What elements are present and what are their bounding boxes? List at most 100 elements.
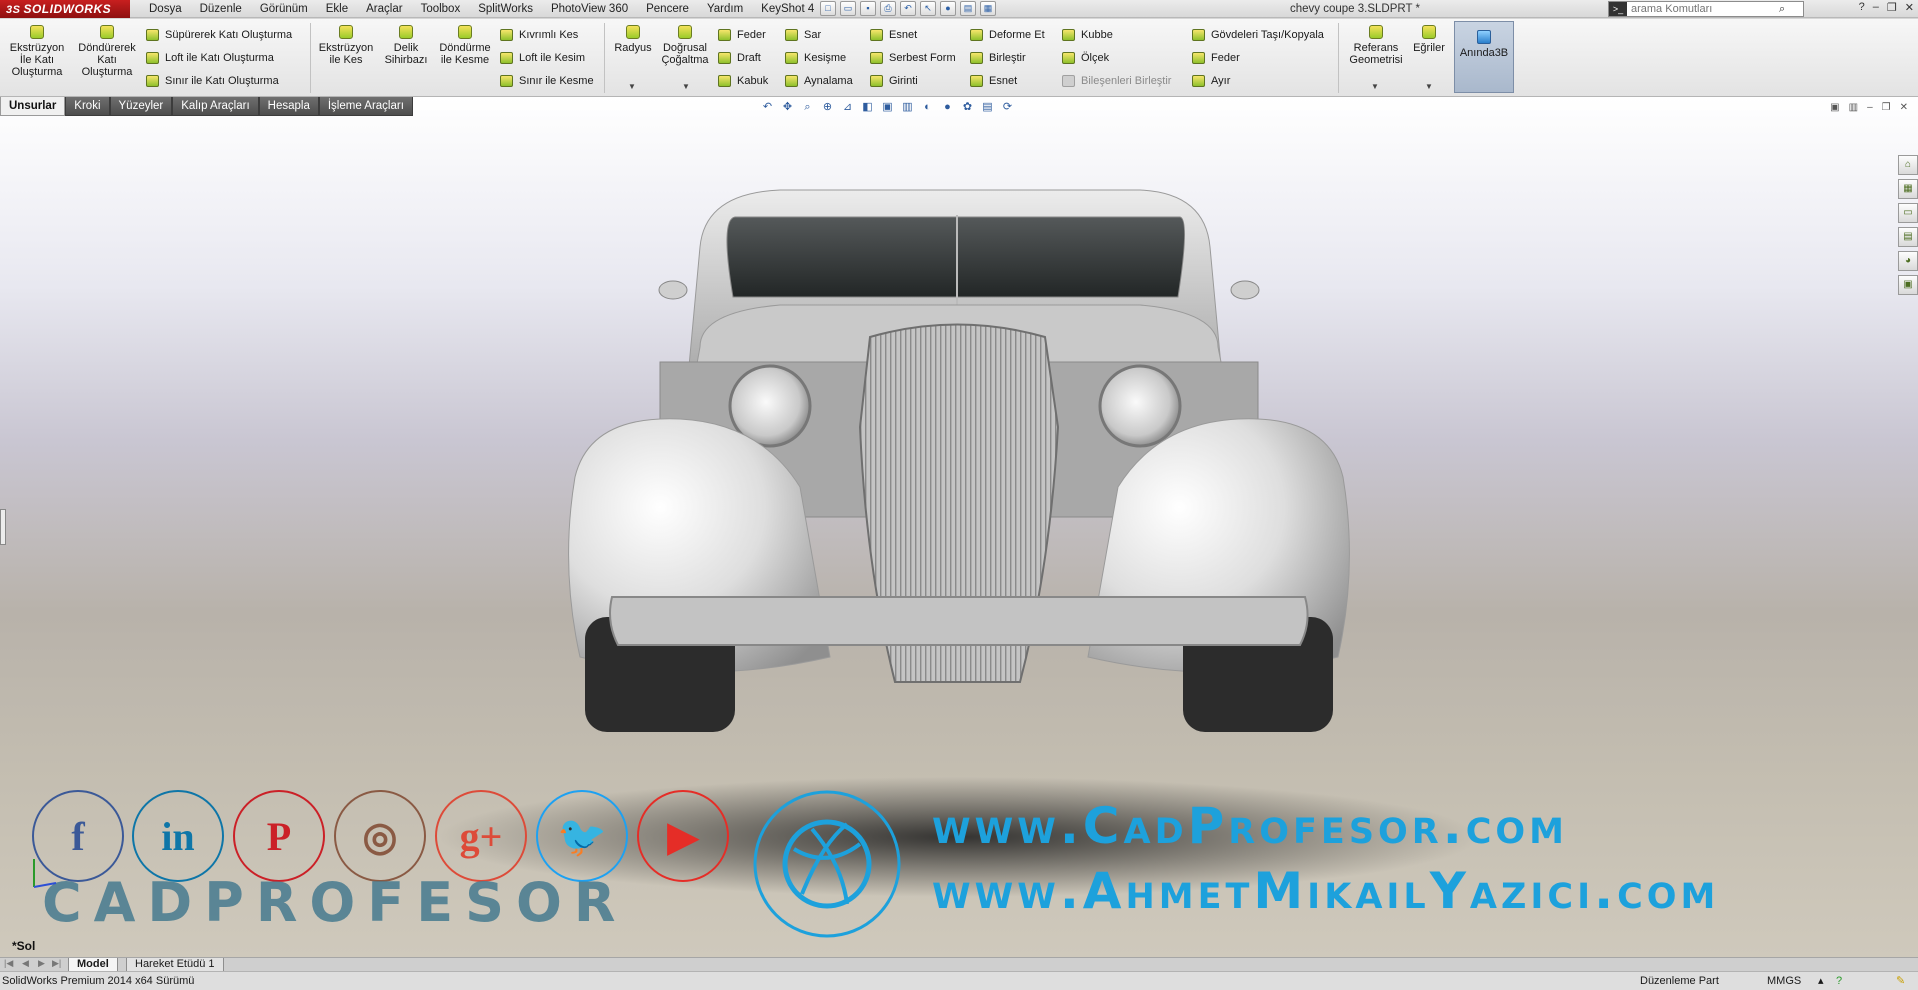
quick-tips-icon[interactable]: ✎ <box>1896 972 1905 990</box>
loft-boss-button[interactable]: Loft ile Katı Oluşturma <box>146 49 274 67</box>
split-button[interactable]: Ayır <box>1192 72 1230 90</box>
appearances-icon[interactable]: ◕ <box>1898 251 1918 271</box>
view-settings-icon[interactable]: ▤ <box>980 100 995 114</box>
tab-unsurlar[interactable]: Unsurlar <box>0 97 66 116</box>
boundary-boss-button[interactable]: Sınır ile Katı Oluşturma <box>146 72 279 90</box>
status-units[interactable]: MMGS <box>1767 972 1801 990</box>
tab-hesapla[interactable]: Hesapla <box>258 97 319 116</box>
options-icon[interactable]: ▦ <box>980 1 996 16</box>
hide-show-icon[interactable]: ◐ <box>920 100 935 114</box>
new-document-icon[interactable]: □ <box>820 1 836 16</box>
dome-button[interactable]: Kubbe <box>1062 26 1113 44</box>
viewport-restore-icon[interactable]: ❐ <box>1882 102 1891 113</box>
rotate-icon[interactable]: ⟳ <box>1000 100 1015 114</box>
instagram-icon[interactable]: ◎ <box>334 790 426 882</box>
pattern-dropdown-icon[interactable]: ▼ <box>682 82 690 91</box>
scale-button[interactable]: Ölçek <box>1062 49 1109 67</box>
close-icon[interactable]: ✕ <box>1905 1 1914 14</box>
sweep-boss-button[interactable]: Süpürerek Katı Oluşturma <box>146 26 292 44</box>
move-copy-bodies-button[interactable]: Gövdeleri Taşı/Kopyala <box>1192 26 1324 44</box>
instant3d-button[interactable]: Anında3B <box>1454 21 1514 93</box>
viewport-close-icon[interactable]: ✕ <box>1900 102 1908 113</box>
reference-geometry-button[interactable]: Referans Geometrisi <box>1344 25 1408 66</box>
combine-button[interactable]: Birleştir <box>970 49 1026 67</box>
website-ahmetmikailyazici[interactable]: www.AhmetMikailYazici.com <box>932 862 1719 920</box>
indent-button[interactable]: Girinti <box>870 72 918 90</box>
googleplus-icon[interactable]: g+ <box>435 790 527 882</box>
curves-dropdown-icon[interactable]: ▼ <box>1425 82 1433 91</box>
youtube-icon[interactable]: ▶ <box>637 790 729 882</box>
menu-araclar[interactable]: Araçlar <box>357 0 411 18</box>
pinterest-icon[interactable]: P <box>233 790 325 882</box>
revolve-boss-button[interactable]: Döndürerek Katı Oluşturma <box>72 25 142 78</box>
tab-scroll-last-icon[interactable]: ▶| <box>52 958 61 969</box>
hole-wizard-button[interactable]: Delik Sihirbazı <box>380 25 432 66</box>
wrap-button[interactable]: Sar <box>785 26 821 44</box>
linear-pattern-button[interactable]: Doğrusal Çoğaltma <box>660 25 710 66</box>
reference-dropdown-icon[interactable]: ▼ <box>1371 82 1379 91</box>
measure-icon[interactable]: ⊿ <box>840 100 855 114</box>
menu-dosya[interactable]: Dosya <box>140 0 191 18</box>
website-cadprofesor[interactable]: www.CadProfesor.com <box>932 797 1568 855</box>
menu-splitworks[interactable]: SplitWorks <box>469 0 542 18</box>
minimize-icon[interactable]: – <box>1873 1 1879 14</box>
help-icon[interactable]: ? <box>1859 1 1865 14</box>
feature-manager-grip[interactable] <box>0 509 6 545</box>
deform-button[interactable]: Deforme Et <box>970 26 1045 44</box>
viewport-split-icon[interactable]: ▥ <box>1849 102 1858 113</box>
tab-kalip-araclari[interactable]: Kalıp Araçları <box>172 97 259 116</box>
swept-cut-button[interactable]: Kıvrımlı Kes <box>500 26 578 44</box>
section-view-icon[interactable]: ◧ <box>860 100 875 114</box>
design-library-icon[interactable]: ▦ <box>1898 179 1918 199</box>
view-palette-icon[interactable]: ▤ <box>1898 227 1918 247</box>
print-icon[interactable]: ⎙ <box>880 1 896 16</box>
tab-model[interactable]: Model <box>68 958 118 972</box>
zoom-to-fit-icon[interactable]: ⌕ <box>800 100 815 114</box>
extrude-boss-button[interactable]: Ekstrüzyon İle Katı Oluşturma <box>6 25 68 78</box>
menu-ekle[interactable]: Ekle <box>317 0 357 18</box>
viewport-minimize-icon[interactable]: – <box>1867 102 1873 113</box>
zoom-area-icon[interactable]: ⊕ <box>820 100 835 114</box>
rib2-button[interactable]: Feder <box>1192 49 1240 67</box>
search-icon[interactable]: ⌕ <box>1777 3 1785 16</box>
save-icon[interactable]: ▪ <box>860 1 876 16</box>
menu-photoview[interactable]: PhotoView 360 <box>542 0 637 18</box>
fillet-button[interactable]: Radyus <box>610 25 656 54</box>
boundary-cut-button[interactable]: Sınır ile Kesme <box>500 72 594 90</box>
tab-scroll-first-icon[interactable]: |◀ <box>4 958 13 969</box>
tab-scroll-prev-icon[interactable]: ◀ <box>22 958 29 969</box>
rebuild-status-icon[interactable]: ? <box>1836 972 1842 990</box>
scene-icon[interactable]: ✿ <box>960 100 975 114</box>
restore-icon[interactable]: ❐ <box>1887 1 1897 14</box>
linkedin-icon[interactable]: in <box>132 790 224 882</box>
menu-keyshot[interactable]: KeyShot 4 <box>752 0 823 18</box>
menu-yardim[interactable]: Yardım <box>698 0 752 18</box>
undo-icon[interactable]: ↶ <box>900 1 916 16</box>
tab-kroki[interactable]: Kroki <box>65 97 110 116</box>
viewport-expand-icon[interactable]: ▣ <box>1830 102 1839 113</box>
twitter-icon[interactable]: 🐦 <box>536 790 628 882</box>
graphics-area[interactable]: ↶ ✥ ⌕ ⊕ ⊿ ◧ ▣ ▥ ◐ ● ✿ ▤ ⟳ ▣ ▥ – ❐ ✕ ⌂ ▦ … <box>0 97 1918 957</box>
flex2-button[interactable]: Esnet <box>970 72 1017 90</box>
tab-isleme-araclari[interactable]: İşleme Araçları <box>318 97 413 116</box>
search-input[interactable] <box>1627 3 1777 15</box>
menu-duzenle[interactable]: Düzenle <box>191 0 251 18</box>
select-cursor-icon[interactable]: ↖ <box>920 1 936 16</box>
appearance-icon[interactable]: ● <box>940 100 955 114</box>
loft-cut-button[interactable]: Loft ile Kesim <box>500 49 585 67</box>
menu-pencere[interactable]: Pencere <box>637 0 698 18</box>
menu-gorunum[interactable]: Görünüm <box>251 0 317 18</box>
open-folder-icon[interactable]: ▭ <box>840 1 856 16</box>
command-search[interactable]: >_ ⌕ <box>1608 1 1804 17</box>
file-explorer-icon[interactable]: ▭ <box>1898 203 1918 223</box>
units-dropdown-icon[interactable]: ▴ <box>1818 972 1824 990</box>
custom-properties-icon[interactable]: ▣ <box>1898 275 1918 295</box>
rebuild-icon[interactable]: ● <box>940 1 956 16</box>
mirror-button[interactable]: Aynalama <box>785 72 853 90</box>
file-properties-icon[interactable]: ▤ <box>960 1 976 16</box>
extrude-cut-button[interactable]: Ekstrüzyon ile Kes <box>316 25 376 66</box>
tab-yuzeyler[interactable]: Yüzeyler <box>109 97 173 116</box>
revolve-cut-button[interactable]: Döndürme ile Kesme <box>436 25 494 66</box>
shell-button[interactable]: Kabuk <box>718 72 768 90</box>
fillet-dropdown-icon[interactable]: ▼ <box>628 82 636 91</box>
